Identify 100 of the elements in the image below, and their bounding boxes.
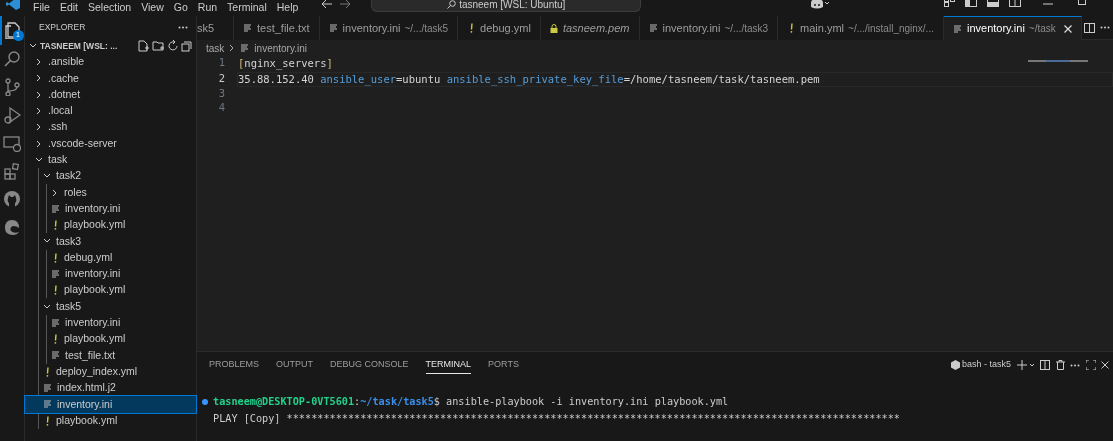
panel-tab[interactable]: OUTPUT — [276, 355, 313, 375]
terminal-icon — [951, 360, 961, 370]
editor-tab[interactable]: sk5 — [197, 16, 234, 40]
editor-tab[interactable]: tasneem.pem — [540, 16, 640, 40]
cat-circle-icon[interactable] — [3, 190, 21, 208]
explorer-file-entry[interactable]: playbook.yml — [25, 282, 196, 299]
lines-icon — [44, 400, 52, 409]
back-arrow-icon[interactable] — [321, 0, 334, 9]
explorer-folder-entry[interactable]: task3 — [25, 233, 196, 250]
close-icon[interactable] — [1101, 361, 1109, 369]
menu-item[interactable]: View — [136, 0, 169, 14]
explorer-file-entry[interactable]: deploy_index.yml — [25, 363, 196, 380]
menu-item[interactable]: Go — [168, 0, 193, 14]
toggle-sidebar-icon[interactable] — [965, 0, 978, 7]
lines-icon — [329, 24, 338, 32]
chevron-down-icon[interactable] — [29, 43, 37, 49]
new-file-icon[interactable] — [137, 40, 149, 52]
explorer-file-entry[interactable]: playbook.yml — [25, 331, 196, 348]
search-field[interactable]: tasneem [WSL: Ubuntu] — [371, 0, 642, 12]
lines-icon — [44, 384, 52, 393]
editor-tab[interactable]: debug.yml — [458, 16, 541, 40]
explorer-file-entry[interactable]: debug.yml — [25, 249, 196, 266]
play-bug-icon[interactable] — [3, 106, 21, 124]
line-number: 3 — [217, 87, 226, 101]
branch-icon[interactable] — [3, 78, 21, 96]
split-terminal-icon[interactable] — [1040, 360, 1050, 370]
collapse-all-icon[interactable] — [181, 40, 194, 52]
breadcrumb-item[interactable]: inventory.ini — [254, 40, 307, 56]
more-icon[interactable] — [1070, 363, 1080, 367]
menu-item[interactable]: Terminal — [222, 0, 272, 14]
refresh-icon[interactable] — [166, 40, 179, 52]
breadcrumb-item[interactable]: task — [206, 40, 225, 56]
editor-tab[interactable]: main.yml ~/.../install_nginx/... — [778, 16, 944, 40]
toggle-secondary-sidebar-icon[interactable] — [1009, 0, 1022, 7]
chevron-right-icon — [229, 44, 236, 52]
close-icon[interactable] — [1063, 24, 1072, 33]
explorer-folder-entry[interactable]: .ssh — [25, 119, 196, 136]
split-editor-icon[interactable] — [1083, 22, 1095, 33]
exclamation-icon — [470, 23, 475, 33]
sidebar-title: EXPLORER — [39, 20, 86, 34]
editor-tab[interactable]: test_file.txt — [234, 16, 320, 40]
trash-icon[interactable] — [1055, 360, 1065, 370]
lock-icon — [549, 23, 558, 33]
toggle-panel-icon[interactable] — [987, 0, 1000, 7]
editor-tab[interactable]: inventory.ini ~/.../task3 — [639, 16, 779, 40]
exclamation-icon — [54, 334, 58, 345]
explorer-folder-entry[interactable]: .dotnet — [25, 86, 196, 103]
layout-icon[interactable] — [944, 0, 956, 7]
search-icon — [447, 0, 457, 9]
explorer-file-entry[interactable]: playbook.yml — [25, 412, 196, 429]
explorer-file-entry[interactable]: inventory.ini — [25, 200, 196, 217]
panel-tab[interactable]: PROBLEMS — [209, 355, 259, 375]
explorer-file-entry[interactable]: inventory.ini — [25, 396, 196, 413]
maximize-panel-icon[interactable] — [1085, 360, 1096, 370]
explorer-folder-entry[interactable]: task5 — [25, 298, 196, 315]
terminal-line: tasneem@DESKTOP-0VT5601:~/task/task5$ ansible-playbook -i inventory.ini playbook.yml — [213, 395, 729, 408]
exclamation-icon — [54, 285, 58, 296]
explorer-file-entry[interactable]: test_file.txt — [25, 347, 196, 364]
lines-icon — [52, 351, 60, 360]
explorer-folder-entry[interactable]: roles — [25, 184, 196, 201]
terminal-name[interactable]: bash - task5 — [961, 358, 1011, 372]
minimize-icon[interactable] — [1043, 0, 1054, 8]
monitor-icon[interactable] — [3, 134, 21, 152]
lines-icon — [52, 318, 60, 327]
plus-icon[interactable] — [1016, 360, 1035, 370]
more-icon[interactable] — [1100, 26, 1111, 29]
more-icon[interactable] — [178, 25, 188, 29]
lines-icon — [241, 44, 250, 52]
menu-item[interactable]: File — [28, 0, 55, 14]
explorer-file-entry[interactable]: inventory.ini — [25, 314, 196, 332]
panel-tab[interactable]: DEBUG CONSOLE — [330, 355, 409, 375]
exclamation-icon — [46, 415, 50, 426]
editor-tab[interactable]: inventory.ini ~/task — [943, 16, 1082, 40]
swirl-icon[interactable] — [3, 218, 21, 236]
explorer-file-entry[interactable]: playbook.yml — [25, 216, 196, 234]
explorer-folder-entry[interactable]: .cache — [25, 70, 196, 87]
panel-tab[interactable]: TERMINAL — [425, 355, 472, 375]
files-icon[interactable] — [4, 21, 22, 39]
menu-item[interactable]: Selection — [83, 0, 137, 14]
code-line: 35.88.152.40 ansible_user=ubuntu ansible_ssh_private_key_file=/home/tasneem/task/tasneem.pem — [238, 72, 820, 85]
search-icon[interactable] — [3, 50, 21, 68]
editor-tab[interactable]: inventory.ini ~/.../task5 — [319, 16, 459, 40]
explorer-folder-entry[interactable]: task2 — [25, 168, 196, 185]
menu-item[interactable]: Edit — [54, 0, 83, 14]
blocks-icon[interactable] — [3, 162, 21, 180]
explorer-folder-entry[interactable]: .vscode-server — [25, 135, 196, 152]
exclamation-icon — [54, 252, 58, 263]
new-folder-icon[interactable] — [151, 40, 164, 52]
explorer-folder-entry[interactable]: .local — [25, 102, 196, 120]
panel-tab[interactable]: PORTS — [488, 355, 519, 375]
explorer-file-entry[interactable]: inventory.ini — [25, 265, 196, 283]
explorer-folder-entry[interactable]: task — [25, 151, 196, 169]
explorer-file-entry[interactable]: index.html.j2 — [25, 379, 196, 397]
menu-item[interactable]: Run — [192, 0, 223, 14]
explorer-folder-entry[interactable]: .ansible — [25, 54, 196, 71]
chevron-down-icon — [43, 302, 51, 311]
menu-item[interactable]: Help — [271, 0, 304, 14]
forward-arrow-icon[interactable] — [339, 0, 352, 9]
lines-icon — [52, 270, 60, 278]
workspace-root-title[interactable]: TASNEEM [WSL: ... — [40, 39, 118, 53]
